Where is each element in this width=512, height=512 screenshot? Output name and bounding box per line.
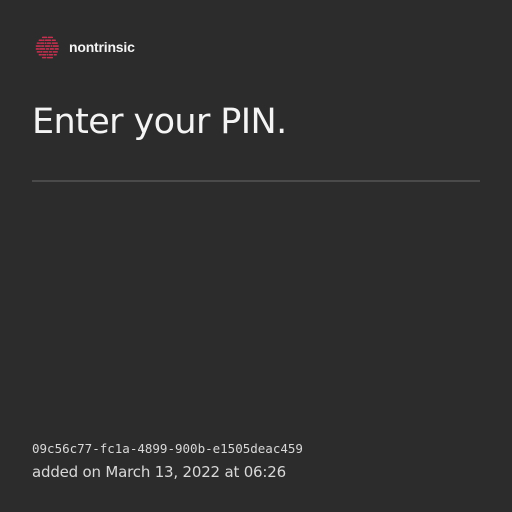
key-added-timestamp: added on March 13, 2022 at 06:26 [32,463,286,481]
pin-entry-screen: nontrinsic Enter your PIN. 09c56c77-fc1a… [0,0,512,512]
nontrinsic-logo-icon [35,36,59,58]
key-metadata: 09c56c77-fc1a-4899-900b-e1505deac459 add… [32,440,480,482]
page-title: Enter your PIN. [32,102,287,142]
brand-name: nontrinsic [69,39,135,55]
key-id: 09c56c77-fc1a-4899-900b-e1505deac459 [32,441,303,456]
divider [32,180,480,182]
brand-header: nontrinsic [34,34,135,60]
